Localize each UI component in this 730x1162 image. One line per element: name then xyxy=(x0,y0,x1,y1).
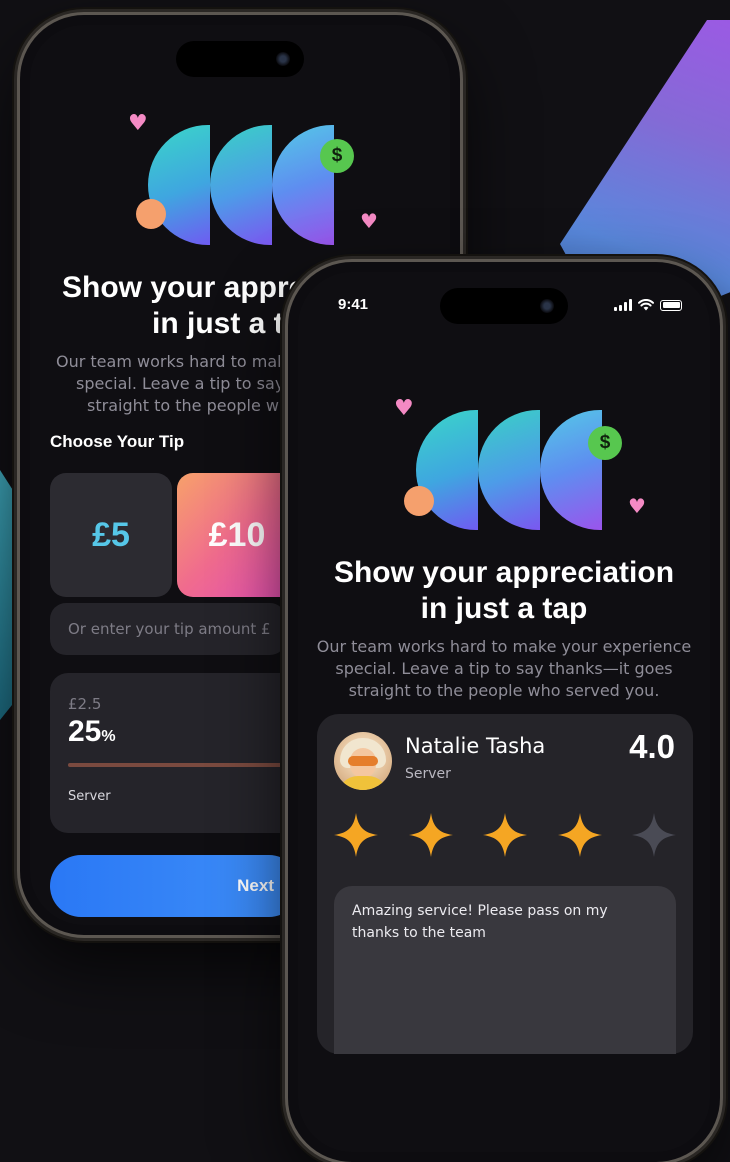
star-filled-icon[interactable] xyxy=(482,812,528,858)
dynamic-island xyxy=(440,288,568,324)
tip-option-5[interactable]: £5 xyxy=(50,473,172,597)
title-line: Show your appreciation xyxy=(333,556,675,589)
percent-unit: % xyxy=(101,728,116,745)
dollar-coin-icon: $ xyxy=(320,139,354,173)
desc-line: Our team works hard to make your experie… xyxy=(316,637,692,656)
wifi-icon xyxy=(638,299,654,311)
star-empty-icon[interactable] xyxy=(631,812,677,858)
signal-icon xyxy=(614,299,632,311)
tip-percent-value: 25% xyxy=(68,715,116,749)
tip-percent-card[interactable]: £2.5 25% Server xyxy=(50,673,300,833)
next-button[interactable]: Next xyxy=(50,855,300,917)
star-filled-icon[interactable] xyxy=(557,812,603,858)
star-filled-icon[interactable] xyxy=(333,812,379,858)
camera-icon xyxy=(276,52,290,66)
orange-dot xyxy=(136,199,166,229)
orange-dot xyxy=(404,486,434,516)
front-phone: 9:41 ♥ $ ♥ Show your appreciation in jus… xyxy=(288,262,720,1162)
avatar xyxy=(334,732,392,790)
tip-recipient-role: Server xyxy=(68,789,111,804)
front-phone-screen: 9:41 ♥ $ ♥ Show your appreciation in jus… xyxy=(298,272,710,1152)
title-line: in just a tap xyxy=(420,592,588,625)
heart-icon: ♥ xyxy=(394,396,414,421)
camera-icon xyxy=(540,299,554,313)
status-time: 9:41 xyxy=(338,296,369,313)
illustration-half-circle xyxy=(478,410,540,530)
heart-icon: ♥ xyxy=(128,111,148,136)
status-icons xyxy=(614,299,682,311)
illustration-half-circle xyxy=(210,125,272,245)
dollar-coin-icon: $ xyxy=(588,426,622,460)
dynamic-island xyxy=(176,41,304,77)
percent-number: 25 xyxy=(68,715,102,748)
desc-line: straight to the people who served you. xyxy=(348,681,660,700)
tip-percent-slider[interactable] xyxy=(68,763,300,767)
page-title: Show your appreciation in just a tap xyxy=(298,555,710,627)
appreciation-illustration: ♥ $ ♥ xyxy=(394,398,646,578)
battery-icon xyxy=(660,299,682,311)
review-comment-field[interactable]: Amazing service! Please pass on my thank… xyxy=(334,886,676,1054)
staff-name: Natalie Tasha xyxy=(405,734,546,758)
heart-icon: ♥ xyxy=(360,209,378,233)
tip-amount-value: £2.5 xyxy=(68,695,102,713)
review-card: Natalie Tasha Server 4.0 Amazing service… xyxy=(317,714,693,1054)
star-filled-icon[interactable] xyxy=(408,812,454,858)
tip-option-10[interactable]: £10 xyxy=(177,473,297,597)
choose-tip-label: Choose Your Tip xyxy=(50,432,185,451)
staff-role: Server xyxy=(405,766,451,782)
page-description: Our team works hard to make your experie… xyxy=(298,636,710,702)
star-rating[interactable] xyxy=(333,812,677,862)
heart-icon: ♥ xyxy=(628,494,646,518)
desc-line: special. Leave a tip to say thanks—it go… xyxy=(335,659,673,678)
tip-amount-input[interactable]: Or enter your tip amount £ xyxy=(50,603,286,655)
rating-value: 4.0 xyxy=(629,728,675,765)
illustration-half-circle xyxy=(540,410,602,530)
